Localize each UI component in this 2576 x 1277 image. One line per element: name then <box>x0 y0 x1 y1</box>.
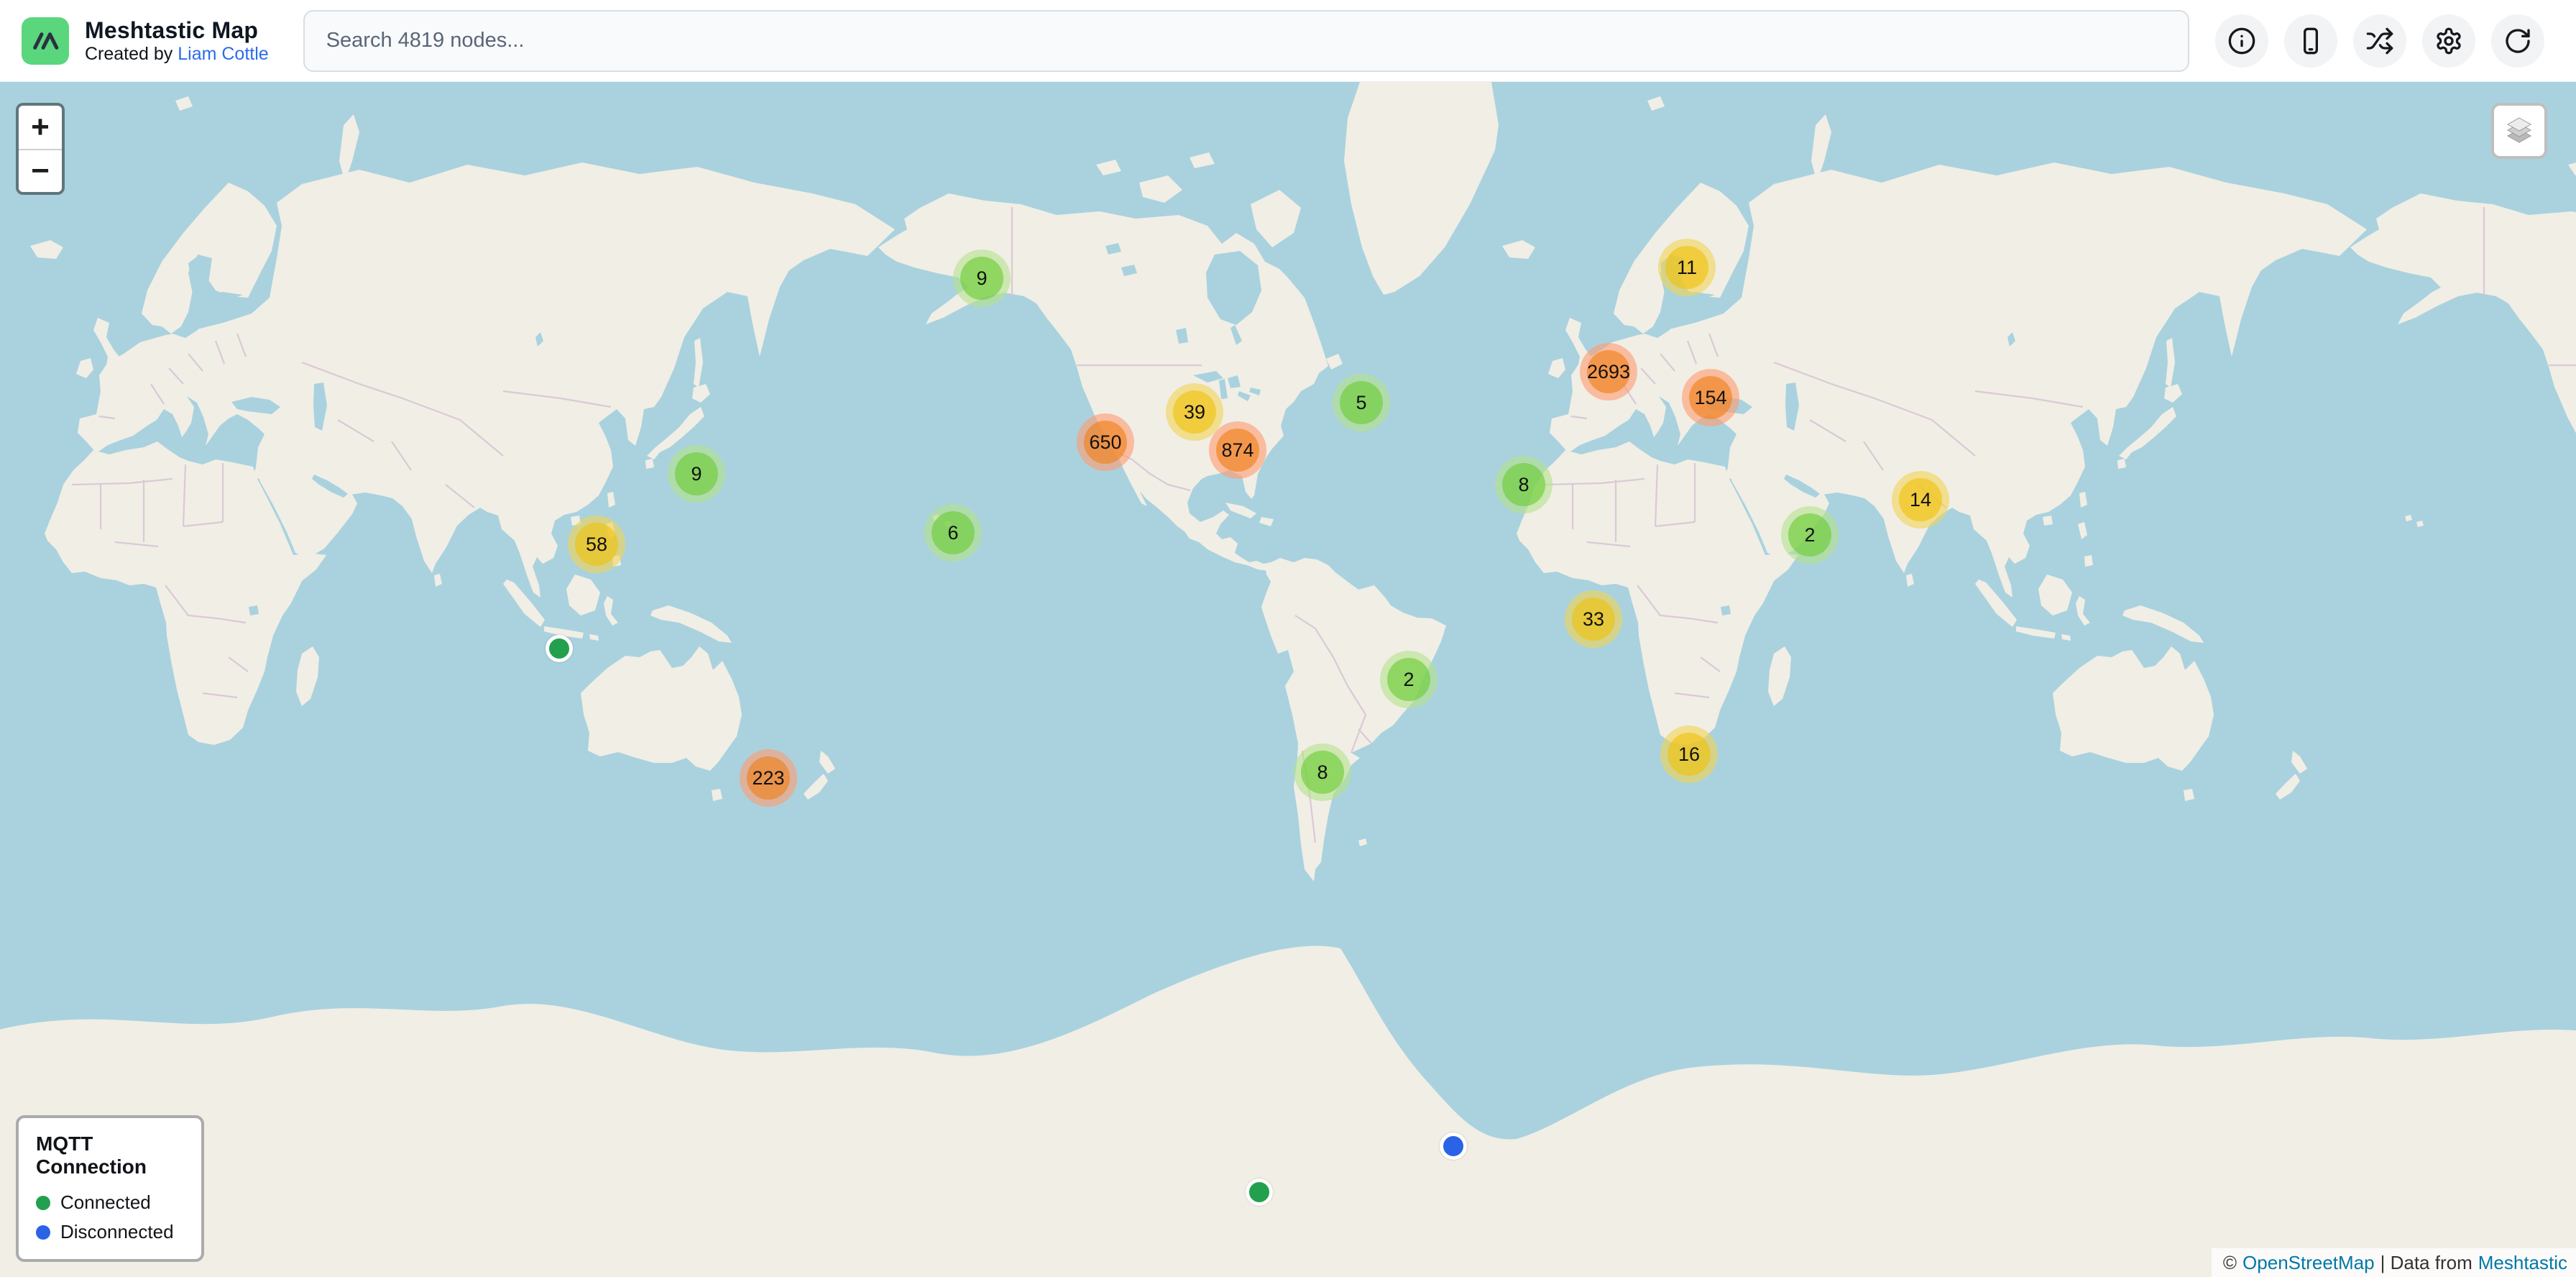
info-icon <box>2227 27 2256 55</box>
gear-icon <box>2434 27 2463 55</box>
cluster-count: 58 <box>575 523 618 566</box>
map-attribution: © OpenStreetMap | Data from Meshtastic <box>2212 1248 2576 1277</box>
copyright-symbol: © <box>2223 1252 2237 1274</box>
search-input[interactable] <box>303 10 2189 72</box>
device-button[interactable] <box>2284 14 2337 68</box>
disconnected-dot-icon <box>36 1225 50 1240</box>
cluster-count: 33 <box>1572 598 1615 641</box>
legend-label: Connected <box>60 1191 151 1214</box>
brand: Meshtastic Map Created by Liam Cottle <box>0 17 269 65</box>
cluster-marker[interactable]: 5 <box>1333 374 1390 431</box>
cluster-marker[interactable]: 9 <box>668 445 725 503</box>
connected-dot-icon <box>36 1196 50 1210</box>
cluster-count: 874 <box>1216 429 1259 472</box>
legend-item-disconnected: Disconnected <box>36 1221 188 1243</box>
cluster-marker[interactable]: 8 <box>1294 743 1351 801</box>
cluster-count: 39 <box>1173 390 1216 434</box>
legend-label: Disconnected <box>60 1221 174 1243</box>
cluster-count: 9 <box>675 452 718 495</box>
cluster-marker[interactable]: 33 <box>1565 590 1622 648</box>
cluster-count: 2 <box>1387 658 1430 701</box>
meshtastic-logo-icon <box>22 17 69 65</box>
cluster-marker[interactable]: 2693 <box>1580 343 1637 401</box>
random-node-button[interactable] <box>2353 14 2406 68</box>
cluster-count: 8 <box>1502 463 1545 506</box>
settings-button[interactable] <box>2422 14 2475 68</box>
legend-title: MQTT Connection <box>36 1132 188 1178</box>
zoom-out-button[interactable]: − <box>19 149 62 192</box>
refresh-button[interactable] <box>2491 14 2544 68</box>
zoom-in-button[interactable]: + <box>19 106 62 149</box>
cluster-marker[interactable]: 2 <box>1781 506 1839 564</box>
cluster-count: 16 <box>1668 733 1711 776</box>
meshtastic-link[interactable]: Meshtastic <box>2478 1252 2567 1274</box>
byline: Created by Liam Cottle <box>85 44 269 65</box>
cluster-marker[interactable]: 58 <box>568 516 625 573</box>
cluster-count: 2693 <box>1587 350 1630 393</box>
cluster-count: 6 <box>932 511 975 554</box>
cluster-marker[interactable]: 9 <box>953 250 1011 307</box>
header-actions <box>2215 14 2576 68</box>
node-marker-connected[interactable] <box>1246 1178 1273 1206</box>
shuffle-icon <box>2365 27 2394 55</box>
author-link[interactable]: Liam Cottle <box>178 44 268 64</box>
cluster-marker[interactable]: 8 <box>1495 456 1552 513</box>
cluster-marker[interactable]: 14 <box>1892 471 1949 528</box>
node-marker-connected[interactable] <box>546 635 573 662</box>
zoom-control: + − <box>16 103 65 195</box>
cluster-marker[interactable]: 650 <box>1077 413 1134 471</box>
app-header: Meshtastic Map Created by Liam Cottle <box>0 0 2576 82</box>
byline-prefix: Created by <box>85 44 172 64</box>
cluster-marker[interactable]: 2 <box>1380 651 1438 708</box>
attribution-middle: | Data from <box>2380 1252 2472 1274</box>
refresh-icon <box>2503 27 2532 55</box>
cluster-count: 154 <box>1689 376 1732 419</box>
cluster-count: 5 <box>1340 381 1383 424</box>
cluster-marker[interactable]: 16 <box>1660 726 1718 783</box>
osm-link[interactable]: OpenStreetMap <box>2242 1252 2375 1274</box>
cluster-marker[interactable]: 874 <box>1209 421 1266 479</box>
cluster-count: 2 <box>1788 513 1831 557</box>
smartphone-icon <box>2296 27 2325 55</box>
cluster-count: 9 <box>960 257 1003 300</box>
cluster-marker[interactable]: 11 <box>1658 239 1716 296</box>
page-title: Meshtastic Map <box>85 17 269 44</box>
mqtt-connection-legend: MQTT Connection Connected Disconnected <box>16 1115 204 1262</box>
cluster-count: 14 <box>1899 478 1942 521</box>
legend-item-connected: Connected <box>36 1191 188 1214</box>
cluster-marker[interactable]: 223 <box>740 749 797 807</box>
node-marker-disconnected[interactable] <box>1440 1132 1467 1160</box>
search-container <box>269 10 2215 72</box>
cluster-marker[interactable]: 154 <box>1682 369 1739 426</box>
layers-icon <box>2501 112 2538 150</box>
cluster-marker[interactable]: 6 <box>924 504 982 562</box>
layers-control[interactable] <box>2491 103 2547 159</box>
cluster-count: 11 <box>1665 246 1708 289</box>
cluster-count: 223 <box>747 756 790 800</box>
cluster-count: 650 <box>1084 421 1127 464</box>
marker-layer: 9 39 650 874 5 11 2693 154 8 2 14 33 16 2 8 9 58 6 223 <box>0 82 2576 1277</box>
cluster-count: 8 <box>1301 751 1344 794</box>
world-map[interactable]: 9 39 650 874 5 11 2693 154 8 2 14 33 16 2 8 9 58 6 223 <box>0 82 2576 1277</box>
info-button[interactable] <box>2215 14 2268 68</box>
